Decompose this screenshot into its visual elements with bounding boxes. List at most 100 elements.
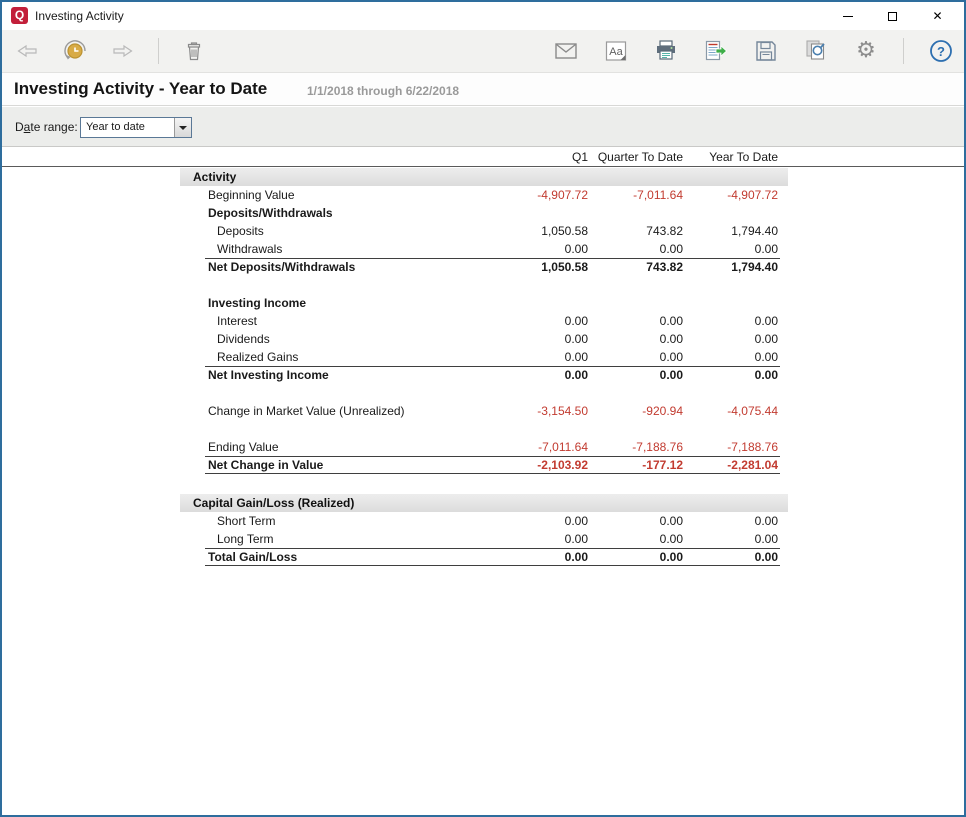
cell-value [493, 204, 588, 222]
minimize-button[interactable] [825, 2, 870, 30]
table-row: Ending Value-7,011.64-7,188.76-7,188.76 [180, 438, 788, 456]
table-row: Interest0.000.000.00 [180, 312, 788, 330]
report-body: ActivityBeginning Value-4,907.72-7,011.6… [180, 168, 788, 566]
chevron-down-icon [179, 126, 187, 130]
report-date-range-text: 1/1/2018 through 6/22/2018 [307, 84, 459, 98]
report-title: Investing Activity - Year to Date [14, 79, 267, 99]
cell-value [588, 294, 683, 312]
help-button[interactable]: ? [928, 38, 954, 64]
table-row: Beginning Value-4,907.72-7,011.64-4,907.… [180, 186, 788, 204]
cell-value: 0.00 [493, 240, 588, 258]
cell-value: 0.00 [588, 348, 683, 366]
table-row: Net Investing Income0.000.000.00 [180, 366, 788, 384]
font-options-button[interactable]: Aa [603, 38, 629, 64]
cell-value: 0.00 [588, 240, 683, 258]
cell-value: 0.00 [683, 240, 778, 258]
close-button[interactable]: ✕ [915, 2, 960, 30]
table-row: Net Deposits/Withdrawals1,050.58743.821,… [180, 258, 788, 276]
settings-button[interactable]: ⚙ [853, 38, 879, 64]
svg-text:?: ? [937, 44, 945, 59]
back-arrow-icon [15, 39, 39, 63]
cell-value: 0.00 [683, 548, 778, 566]
table-row: Investing Income [180, 294, 788, 312]
maximize-icon [888, 12, 897, 21]
cell-value: -7,011.64 [493, 438, 588, 456]
cell-value: -7,011.64 [588, 186, 683, 204]
cell-value: -920.94 [588, 402, 683, 420]
cell-value: 1,794.40 [683, 258, 778, 276]
column-header-spacer [180, 148, 493, 166]
table-row: Short Term0.000.000.00 [180, 512, 788, 530]
app-window: Q Investing Activity ✕ [0, 0, 966, 817]
row-label: Total Gain/Loss [180, 548, 493, 566]
cell-value: -4,075.44 [683, 402, 778, 420]
trash-icon [182, 39, 206, 63]
row-label: Deposits [180, 222, 493, 240]
print-button[interactable] [653, 38, 679, 64]
cell-value [683, 204, 778, 222]
spacer-row [180, 384, 788, 402]
table-row: Withdrawals0.000.000.00 [180, 240, 788, 258]
table-row: Realized Gains0.000.000.00 [180, 348, 788, 366]
forward-arrow-icon [111, 39, 135, 63]
date-range-dropdown[interactable]: Year to date [80, 117, 192, 138]
cell-value: 0.00 [683, 366, 778, 384]
cell-value: 0.00 [493, 366, 588, 384]
table-row: Total Gain/Loss0.000.000.00 [180, 548, 788, 566]
printer-icon [653, 38, 679, 64]
table-row: Long Term0.000.000.00 [180, 530, 788, 548]
window-title: Investing Activity [35, 9, 124, 23]
cell-value [588, 204, 683, 222]
print-preview-button[interactable] [803, 38, 829, 64]
row-label: Net Change in Value [180, 456, 493, 474]
table-row: Deposits/Withdrawals [180, 204, 788, 222]
column-header: Q1 [493, 148, 588, 166]
minimize-icon [843, 16, 853, 17]
save-report-button[interactable] [753, 38, 779, 64]
row-label: Beginning Value [180, 186, 493, 204]
cell-value: 0.00 [588, 330, 683, 348]
export-button[interactable] [703, 38, 729, 64]
cell-value: 0.00 [683, 312, 778, 330]
row-label: Realized Gains [180, 348, 493, 366]
row-label: Investing Income [180, 294, 493, 312]
back-button[interactable] [14, 38, 40, 64]
table-header-band: Q1Quarter To DateYear To Date [2, 148, 964, 167]
row-label: Withdrawals [180, 240, 493, 258]
font-size-icon: Aa [603, 38, 629, 64]
cell-value: 743.82 [588, 258, 683, 276]
row-label: Change in Market Value (Unrealized) [180, 402, 493, 420]
toolbar-separator [158, 38, 159, 64]
cell-value: 0.00 [683, 512, 778, 530]
spacer-row [180, 420, 788, 438]
cell-value: 0.00 [493, 348, 588, 366]
email-report-button[interactable] [553, 38, 579, 64]
maximize-button[interactable] [870, 2, 915, 30]
help-icon: ? [928, 38, 954, 64]
table-row: Net Change in Value-2,103.92-177.12-2,28… [180, 456, 788, 474]
save-floppy-icon [753, 38, 779, 64]
row-label: Dividends [180, 330, 493, 348]
row-label: Short Term [180, 512, 493, 530]
forward-button[interactable] [110, 38, 136, 64]
cell-value: 0.00 [588, 312, 683, 330]
delete-report-button[interactable] [181, 38, 207, 64]
section-header-row: Capital Gain/Loss (Realized) [180, 494, 788, 512]
toolbar: Aa [2, 30, 964, 73]
cell-value: 0.00 [588, 548, 683, 566]
column-header: Year To Date [683, 148, 778, 166]
history-button[interactable] [62, 38, 88, 64]
envelope-icon [553, 38, 579, 64]
cell-value: 0.00 [493, 330, 588, 348]
table-row: Dividends0.000.000.00 [180, 330, 788, 348]
column-header: Quarter To Date [588, 148, 683, 166]
cell-value: 0.00 [493, 530, 588, 548]
row-label: Deposits/Withdrawals [180, 204, 493, 222]
report-header: Investing Activity - Year to Date 1/1/20… [2, 73, 964, 106]
cell-value: -2,103.92 [493, 456, 588, 474]
cell-value [493, 294, 588, 312]
dropdown-button[interactable] [174, 118, 191, 137]
table-row: Deposits1,050.58743.821,794.40 [180, 222, 788, 240]
date-range-selected-value: Year to date [81, 118, 174, 137]
column-headers: Q1Quarter To DateYear To Date [180, 148, 788, 166]
